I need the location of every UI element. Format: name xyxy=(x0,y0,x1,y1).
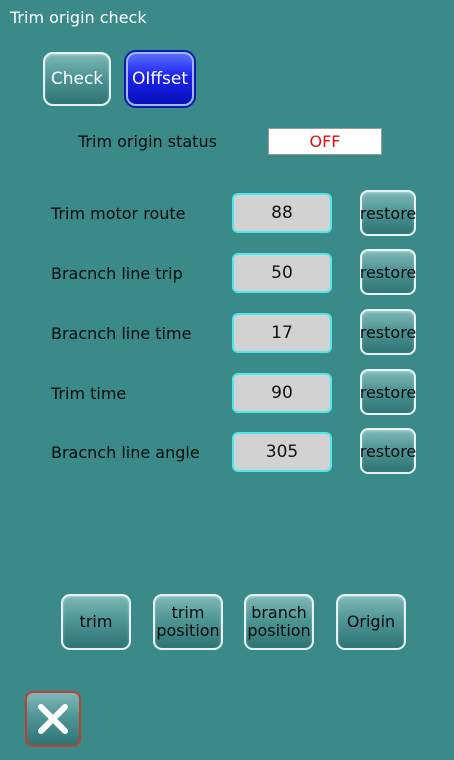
trim-origin-status-label: Trim origin status xyxy=(78,132,217,151)
origin-button-label: Origin xyxy=(346,612,396,631)
branch-line-angle-label: Bracnch line angle xyxy=(51,443,200,462)
trim-motor-route-restore-button[interactable]: restore xyxy=(360,190,416,236)
trim-position-label-line1: trim xyxy=(171,603,205,622)
branch-position-label-line1: branch xyxy=(251,603,307,622)
offset-tab-button[interactable]: OIffset xyxy=(126,52,194,106)
branch-line-time-restore-button[interactable]: restore xyxy=(360,309,416,355)
trim-time-field[interactable]: 90 xyxy=(232,373,332,413)
close-button[interactable] xyxy=(25,691,81,747)
trim-motor-route-field[interactable]: 88 xyxy=(232,193,332,233)
check-tab-button[interactable]: Check xyxy=(43,52,111,106)
branch-line-trip-restore-button[interactable]: restore xyxy=(360,249,416,295)
trim-time-label: Trim time xyxy=(51,384,127,403)
trim-origin-status-value: OFF xyxy=(268,128,382,155)
branch-position-label-line2: position xyxy=(247,621,311,640)
window-title: Trim origin check xyxy=(10,8,147,27)
branch-line-trip-label: Bracnch line trip xyxy=(51,264,183,283)
branch-line-angle-restore-button[interactable]: restore xyxy=(360,428,416,474)
trim-position-label-line2: position xyxy=(156,621,220,640)
branch-line-trip-field[interactable]: 50 xyxy=(232,253,332,293)
branch-position-button[interactable]: branch position xyxy=(244,594,314,650)
trim-motor-route-label: Trim motor route xyxy=(51,204,186,223)
close-x-icon xyxy=(38,704,68,734)
trim-time-restore-button[interactable]: restore xyxy=(360,369,416,415)
trim-button-label: trim xyxy=(79,612,113,631)
origin-button[interactable]: Origin xyxy=(336,594,406,650)
trim-button[interactable]: trim xyxy=(61,594,131,650)
branch-line-angle-field[interactable]: 305 xyxy=(232,432,332,472)
trim-position-button[interactable]: trim position xyxy=(153,594,223,650)
branch-line-time-label: Bracnch line time xyxy=(51,324,192,343)
branch-line-time-field[interactable]: 17 xyxy=(232,313,332,353)
